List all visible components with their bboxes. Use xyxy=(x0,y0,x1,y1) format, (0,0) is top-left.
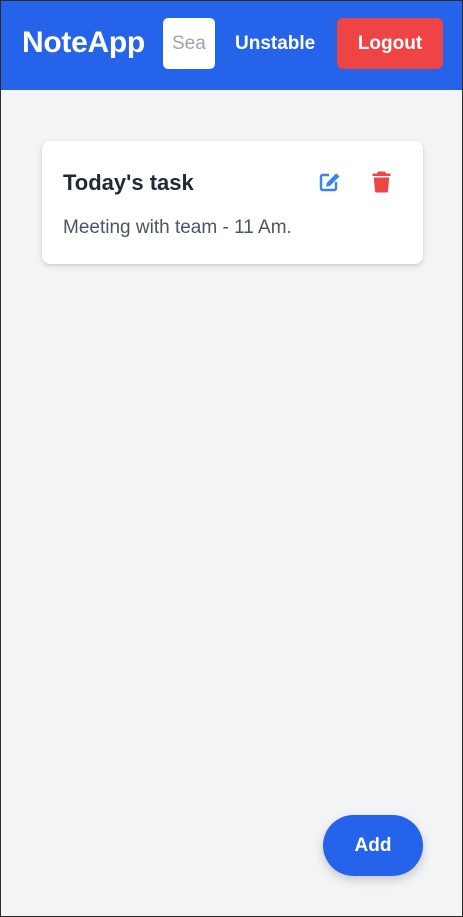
note-card: Today's task Meeting with team - 11 Am. xyxy=(42,141,423,264)
delete-note-button[interactable] xyxy=(367,168,395,196)
username-label: Unstable xyxy=(235,33,316,54)
note-body: Meeting with team - 11 Am. xyxy=(63,217,292,238)
navbar: NoteApp Unstable Logout xyxy=(1,1,462,90)
add-note-button[interactable]: Add xyxy=(323,815,423,876)
edit-note-button[interactable] xyxy=(316,168,344,196)
trash-icon xyxy=(372,171,390,193)
app-brand[interactable]: NoteApp xyxy=(22,25,145,61)
edit-icon xyxy=(319,173,340,192)
logout-button[interactable]: Logout xyxy=(337,18,443,69)
search-input[interactable] xyxy=(163,18,215,69)
note-title: Today's task xyxy=(63,170,194,195)
